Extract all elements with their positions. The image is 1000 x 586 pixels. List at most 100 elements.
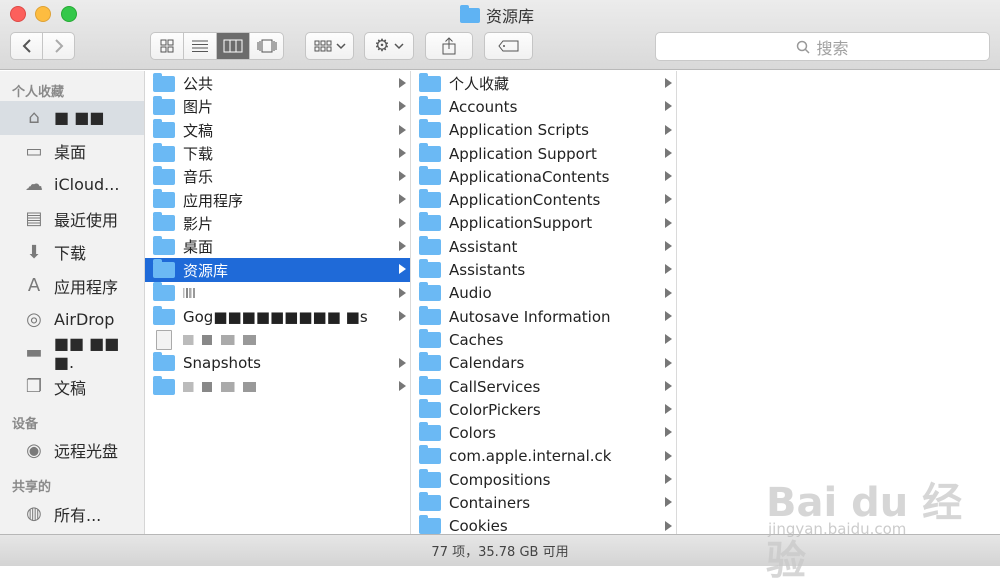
file-row-label: Accounts: [449, 97, 518, 116]
file-row[interactable]: 图片: [145, 95, 410, 118]
cover-flow-button[interactable]: [250, 33, 283, 59]
file-row[interactable]: ApplicationSupport: [411, 212, 676, 235]
icon-view-button[interactable]: [151, 33, 184, 59]
file-row-label: Colors: [449, 424, 496, 443]
file-row[interactable]: com.apple.internal.ck: [411, 445, 676, 468]
file-row[interactable]: Colors: [411, 421, 676, 444]
disclosure-arrow-icon: [399, 264, 406, 275]
file-row[interactable]: Autosave Information: [411, 305, 676, 328]
download-icon: ⬇: [26, 241, 42, 263]
sidebar-item[interactable]: ▭ 桌面: [0, 135, 144, 169]
file-row[interactable]: Assistant: [411, 235, 676, 258]
folder-icon: [419, 468, 441, 488]
folder-icon: [419, 282, 441, 302]
sidebar-item[interactable]: ◉ 远程光盘: [0, 433, 144, 467]
file-row[interactable]: [145, 375, 410, 398]
file-row[interactable]: ColorPickers: [411, 398, 676, 421]
file-row-label: Application Scripts: [449, 121, 589, 140]
file-row[interactable]: 下载: [145, 142, 410, 165]
file-row[interactable]: Calendars: [411, 352, 676, 375]
icon-view-icon: [160, 39, 174, 53]
action-button[interactable]: ⚙: [364, 32, 414, 60]
status-text: 77 项，35.78 GB 可用: [431, 545, 569, 560]
file-row[interactable]: [145, 328, 410, 351]
home-icon: ⌂: [28, 107, 40, 129]
file-row[interactable]: Caches: [411, 328, 676, 351]
sidebar-item[interactable]: ⌂ ■ ■■: [0, 101, 144, 135]
disclosure-arrow-icon: [399, 194, 406, 205]
share-button[interactable]: [425, 32, 473, 60]
folder-icon: [419, 142, 441, 162]
file-row[interactable]: 桌面: [145, 235, 410, 258]
disclosure-arrow-icon: [399, 310, 406, 321]
file-row[interactable]: 资源库: [145, 258, 410, 282]
sidebar-item-label: 桌面: [54, 143, 87, 163]
folder-icon: [419, 212, 441, 232]
file-row[interactable]: ApplicationaContents: [411, 165, 676, 188]
disclosure-arrow-icon: [665, 147, 672, 158]
disclosure-arrow-icon: [665, 497, 672, 508]
file-row-label: ApplicationaContents: [449, 167, 610, 186]
close-window-button[interactable]: [10, 6, 26, 22]
file-row-label: 图片: [183, 98, 214, 117]
arrange-button[interactable]: [305, 32, 354, 60]
sidebar-item[interactable]: ☁ iCloud...: [0, 168, 144, 202]
cloud-icon: ☁: [25, 174, 43, 196]
sidebar-item[interactable]: ◍ 所有...: [0, 497, 144, 531]
zoom-window-button[interactable]: [61, 6, 77, 22]
file-row[interactable]: [145, 282, 410, 305]
file-row-label: Caches: [449, 330, 504, 349]
file-row[interactable]: 公共: [145, 72, 410, 95]
sidebar-item-label: 下载: [54, 244, 87, 264]
folder-icon: [153, 305, 175, 325]
file-row[interactable]: Accounts: [411, 95, 676, 118]
file-row[interactable]: Compositions: [411, 468, 676, 491]
disclosure-arrow-icon: [665, 287, 672, 298]
file-row[interactable]: ApplicationContents: [411, 188, 676, 211]
disclosure-arrow-icon: [665, 124, 672, 135]
file-row[interactable]: Cookies: [411, 515, 676, 534]
column-empty: [677, 71, 1000, 534]
disclosure-arrow-icon: [665, 520, 672, 531]
disclosure-arrow-icon: [399, 217, 406, 228]
file-row[interactable]: Audio: [411, 282, 676, 305]
sidebar-item[interactable]: ❐ 文稿: [0, 370, 144, 404]
sidebar-item[interactable]: A 应用程序: [0, 269, 144, 303]
file-row[interactable]: Snapshots: [145, 352, 410, 375]
forward-button[interactable]: [42, 32, 75, 60]
file-row[interactable]: Application Scripts: [411, 119, 676, 142]
file-row[interactable]: 应用程序: [145, 188, 410, 211]
folder-icon: [419, 72, 441, 92]
sidebar-section-heading: 个人收藏: [12, 84, 65, 100]
column-view-button[interactable]: [217, 33, 250, 59]
file-row[interactable]: Gog■■■■■■■■■ ■s: [145, 305, 410, 328]
disclosure-arrow-icon: [399, 78, 406, 88]
file-row[interactable]: 文稿: [145, 119, 410, 142]
disclosure-arrow-icon: [665, 217, 672, 228]
sidebar-item[interactable]: ▬ ■■ ■■ ■.: [0, 334, 144, 372]
tags-button[interactable]: [484, 32, 533, 60]
folder-icon: [419, 189, 441, 209]
file-row[interactable]: Assistants: [411, 258, 676, 281]
sidebar-item[interactable]: ⬇ 下载: [0, 235, 144, 269]
view-mode-control[interactable]: [150, 32, 284, 60]
minimize-window-button[interactable]: [35, 6, 51, 22]
file-row-label: Containers: [449, 493, 531, 512]
list-view-button[interactable]: [184, 33, 217, 59]
file-row[interactable]: 个人收藏: [411, 72, 676, 95]
sidebar-item[interactable]: ◎ AirDrop: [0, 303, 144, 337]
file-row[interactable]: Containers: [411, 491, 676, 514]
redacted-name: [183, 288, 197, 299]
chevron-right-icon: [54, 39, 63, 53]
file-row[interactable]: 影片: [145, 212, 410, 235]
file-row[interactable]: CallServices: [411, 375, 676, 398]
search-field[interactable]: 搜索: [655, 32, 990, 61]
sidebar-item[interactable]: ▤ 最近使用: [0, 202, 144, 236]
file-row[interactable]: 音乐: [145, 165, 410, 188]
file-row[interactable]: Application Support: [411, 142, 676, 165]
back-button[interactable]: [10, 32, 43, 60]
disclosure-arrow-icon: [665, 194, 672, 205]
folder-icon: [153, 235, 175, 255]
sidebar-section-heading: 共享的: [12, 480, 52, 496]
file-row-label: ApplicationSupport: [449, 214, 593, 233]
